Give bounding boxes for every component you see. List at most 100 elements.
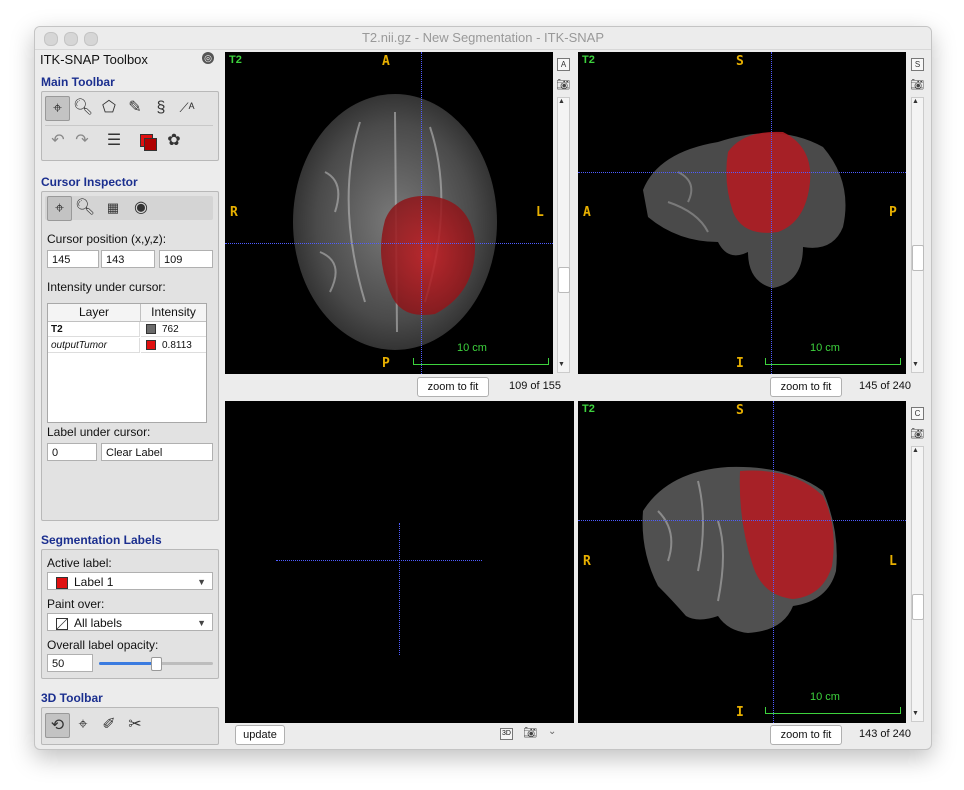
tumor-intensity-value: 0.8113 [162, 340, 192, 351]
axial-view[interactable]: T2 A P R L 10 cm [225, 52, 553, 374]
undock-icon[interactable]: ◎ [202, 52, 214, 64]
coronal-brain-image [642, 466, 837, 633]
orientation-bottom-label: I [736, 356, 744, 371]
snake-tool-icon[interactable]: § [149, 96, 173, 120]
cursor-position-label: Cursor position (x,y,z): [47, 232, 167, 246]
sagittal-scroll-thumb[interactable] [912, 245, 924, 271]
rotate-3d-icon[interactable]: ⟲ [45, 713, 70, 738]
active-label-caption: Active label: [47, 556, 112, 570]
axial-slice-scrollbar[interactable] [557, 97, 570, 373]
inspector-zoom-icon[interactable]: 🔍︎ [73, 196, 97, 220]
coronal-scroll-thumb[interactable] [912, 594, 924, 620]
layer-name-label: T2 [229, 54, 242, 66]
label-id-field[interactable]: 0 [47, 443, 97, 461]
orientation-top-label: A [382, 54, 390, 69]
window-title: T2.nii.gz - New Segmentation - ITK-SNAP [361, 30, 605, 45]
inspector-sync-icon[interactable]: ◉ [129, 196, 153, 220]
intensity-column-header: Intensity [141, 304, 206, 322]
scroll-up-icon[interactable]: ▲ [912, 447, 919, 454]
scroll-down-icon[interactable]: ▼ [912, 710, 919, 717]
segmentation-labels-title: Segmentation Labels [41, 533, 162, 547]
scroll-down-icon[interactable]: ▼ [912, 361, 919, 368]
annotation-tool-icon[interactable]: ⟋ᴬ [175, 96, 199, 120]
3d-view[interactable] [225, 401, 574, 723]
axial-layout-button[interactable]: A [557, 58, 570, 71]
minimize-window-button[interactable] [64, 32, 78, 46]
update-button[interactable]: update [235, 725, 285, 745]
cursor-y-field[interactable]: 143 [101, 250, 155, 268]
coronal-layout-button[interactable]: C [911, 407, 924, 420]
cursor-z-field[interactable]: 109 [159, 250, 213, 268]
tumor-color-swatch [146, 340, 156, 351]
label-under-cursor-label: Label under cursor: [47, 425, 151, 439]
3d-view-icon[interactable]: 3D [500, 728, 513, 740]
redo-icon[interactable]: ↷ [70, 129, 94, 153]
scroll-down-icon[interactable]: ▼ [558, 361, 565, 368]
label-colors-icon[interactable] [136, 129, 160, 153]
scalpel-3d-icon[interactable]: ✂ [123, 713, 147, 737]
coronal-slice-scrollbar[interactable] [911, 446, 924, 722]
table-row-value[interactable]: 762 [141, 322, 206, 337]
crosshair-vertical [773, 401, 774, 723]
close-window-button[interactable] [44, 32, 58, 46]
zoom-window-button[interactable] [84, 32, 98, 46]
sagittal-view[interactable]: T2 S I A P 10 cm [578, 52, 906, 374]
scale-bar [765, 358, 901, 365]
camera-icon[interactable]: 📷︎ [556, 78, 570, 91]
layers-icon[interactable]: ☰ [102, 129, 126, 153]
coronal-zoom-to-fit-button[interactable]: zoom to fit [770, 725, 842, 745]
paint-over-value: All labels [74, 616, 123, 630]
opacity-slider[interactable] [99, 657, 213, 671]
sagittal-slice-scrollbar[interactable] [911, 97, 924, 373]
inspector-table-icon[interactable]: ▦ [101, 196, 125, 220]
paint-over-select[interactable]: All labels ▼ [47, 613, 213, 631]
crosshair-3d-icon[interactable]: ⌖ [71, 713, 95, 737]
title-bar: T2.nii.gz - New Segmentation - ITK-SNAP [35, 27, 931, 50]
opacity-slider-thumb[interactable] [151, 657, 162, 671]
scroll-up-icon[interactable]: ▲ [558, 98, 565, 105]
zoom-tool-icon[interactable]: 🔍︎ [71, 96, 95, 120]
orientation-bottom-label: I [736, 705, 744, 720]
label-name-field[interactable]: Clear Label [101, 443, 213, 461]
spray-3d-icon[interactable]: ✐ [97, 713, 121, 737]
polygon-tool-icon[interactable]: ⬠ [97, 96, 121, 120]
camera-icon[interactable]: 📷︎ [523, 726, 537, 739]
camera-icon[interactable]: 📷︎ [910, 427, 924, 440]
toolbar-3d-group: ⟲ ⌖ ✐ ✂ [41, 707, 219, 745]
chevron-down-icon: ▼ [197, 577, 206, 587]
layer-name-label: T2 [582, 403, 595, 415]
sagittal-layout-button[interactable]: S [911, 58, 924, 71]
scale-bar [765, 707, 901, 714]
cursor-x-field[interactable]: 145 [47, 250, 99, 268]
3d-crosshair-horizontal [276, 560, 482, 561]
inspector-crosshair-icon[interactable]: ⌖ [47, 196, 72, 221]
axial-brain-image [293, 94, 497, 350]
layer-name-label: T2 [582, 54, 595, 66]
coronal-view[interactable]: T2 S I R L 10 cm [578, 401, 906, 723]
chevron-down-icon[interactable]: ⌄ [548, 726, 556, 737]
table-row-value[interactable]: 0.8113 [141, 338, 206, 353]
table-row-layer[interactable]: outputTumor [48, 338, 140, 353]
scale-bar [413, 358, 549, 365]
table-row-layer[interactable]: T2 [48, 322, 140, 337]
orientation-top-label: S [736, 54, 744, 69]
sagittal-zoom-to-fit-button[interactable]: zoom to fit [770, 377, 842, 397]
axial-scroll-thumb[interactable] [558, 267, 570, 293]
inspector-tool-strip: ⌖ 🔍︎ ▦ ◉ [45, 196, 213, 221]
paintbrush-tool-icon[interactable]: ✎ [123, 96, 147, 120]
camera-icon[interactable]: 📷︎ [910, 78, 924, 91]
palette-icon[interactable]: ✿ [162, 129, 186, 153]
crosshair-tool-icon[interactable]: ⌖ [45, 96, 70, 121]
orientation-left-label: A [583, 205, 591, 220]
scroll-up-icon[interactable]: ▲ [912, 98, 919, 105]
undo-icon[interactable]: ↶ [46, 129, 70, 153]
active-label-value: Label 1 [74, 575, 114, 589]
crosshair-horizontal [578, 520, 906, 521]
opacity-field[interactable]: 50 [47, 654, 93, 672]
scale-bar-label: 10 cm [810, 691, 840, 703]
axial-slice-number: 109 of 155 [509, 380, 561, 392]
active-label-select[interactable]: Label 1 ▼ [47, 572, 213, 590]
axial-zoom-to-fit-button[interactable]: zoom to fit [417, 377, 489, 397]
t2-intensity-value: 762 [162, 324, 179, 335]
t2-color-swatch [146, 324, 156, 335]
